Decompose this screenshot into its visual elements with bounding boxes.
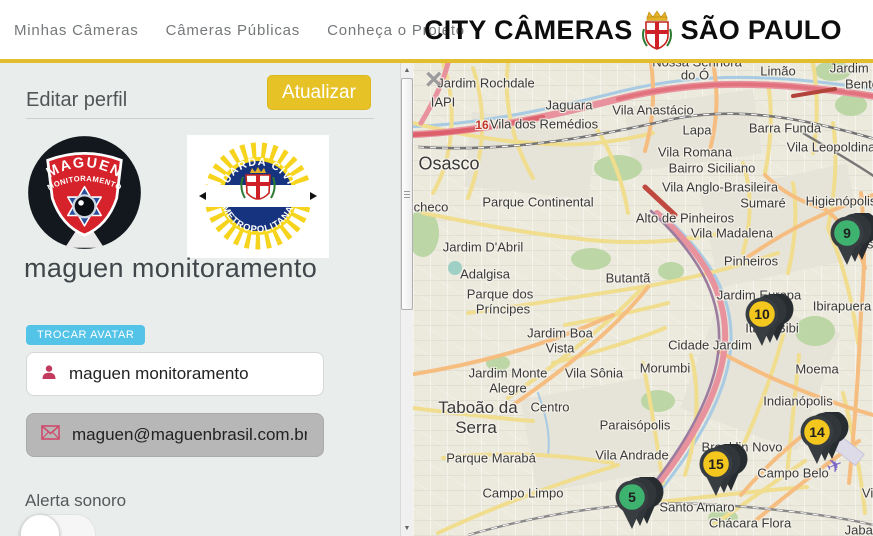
change-avatar-button[interactable]: TROCAR AVATAR xyxy=(26,325,146,345)
svg-text:14: 14 xyxy=(809,424,825,440)
brand-text-right: SÃO PAULO xyxy=(680,14,842,45)
map-place-label: Bairro Siciliano xyxy=(668,160,756,176)
map-place-label: Santo Amaro xyxy=(659,499,735,515)
avatar-row: MAGUEN MONITORAMENTO UARDA CIVI METROPOL… xyxy=(27,135,329,258)
maguen-logo-avatar: MAGUEN MONITORAMENTO xyxy=(27,135,142,255)
top-nav: Minhas Câmeras Câmeras Públicas Conheça … xyxy=(14,0,465,60)
map-place-label: Higienópolis xyxy=(805,193,873,209)
sound-alert-label: Alerta sonoro xyxy=(25,491,127,510)
map-place-label: Moema xyxy=(795,361,839,377)
panel-scrollbar[interactable]: ▲ ▼ xyxy=(400,63,413,536)
map-place-label: Indianópolis xyxy=(763,393,833,409)
map-place-label: Osasco xyxy=(418,153,480,174)
map-place-label: Príncipes xyxy=(475,301,531,317)
map-place-label: Pinheiros xyxy=(723,253,779,269)
map-place-label: IAPI xyxy=(430,94,456,110)
svg-text:10: 10 xyxy=(754,306,770,322)
nav-cameras-publicas[interactable]: Câmeras Públicas xyxy=(166,22,301,39)
map-place-label: Parque Marabá xyxy=(446,450,536,466)
scrollbar-grip xyxy=(404,191,410,198)
header: Minhas Câmeras Câmeras Públicas Conheça … xyxy=(0,0,873,60)
map-place-label: Jardim Rochdale xyxy=(437,75,535,91)
svg-text:15: 15 xyxy=(708,456,724,472)
camera-cluster-marker[interactable]: 14 xyxy=(795,410,855,468)
map-place-label: Centro xyxy=(530,399,570,415)
mail-icon xyxy=(41,425,60,445)
svg-text:9: 9 xyxy=(843,225,851,241)
profile-display-name: maguen monitoramento xyxy=(24,253,318,283)
map-place-label: Alegre xyxy=(489,380,527,396)
map-place-label: Jardim Boa xyxy=(527,325,593,341)
map-place-label: checo xyxy=(413,199,449,215)
email-input[interactable] xyxy=(70,424,309,446)
scroll-up-arrow[interactable]: ▲ xyxy=(401,63,413,78)
name-input[interactable] xyxy=(67,363,309,385)
svg-text:5: 5 xyxy=(628,489,636,505)
email-field xyxy=(26,413,324,457)
nav-minhas-cameras[interactable]: Minhas Câmeras xyxy=(14,22,139,39)
map-place-label: Adalgisa xyxy=(460,266,510,282)
camera-cluster-marker[interactable]: 15 xyxy=(694,442,754,500)
map-place-label: do Ó xyxy=(680,67,710,83)
map-place-label: Paraisópolis xyxy=(599,417,671,433)
map-place-label: Ibirapuera xyxy=(812,298,872,314)
map-place-label: Vila Madalena xyxy=(690,225,774,241)
brand-text-left: CITY CÂMERAS xyxy=(424,14,633,45)
camera-cluster-marker[interactable]: 9 xyxy=(825,211,873,269)
camera-cluster-marker[interactable]: 5 xyxy=(610,475,670,533)
map-place-label: Vila Sônia xyxy=(564,365,624,381)
map-place-label: Jabaqu xyxy=(844,522,873,536)
map-place-label: Limão xyxy=(760,63,796,79)
panel-title: Editar perfil xyxy=(26,89,128,111)
map-close-button[interactable]: × xyxy=(419,65,447,95)
map-place-label: Parque dos xyxy=(466,286,534,302)
map-place-label: Jardim Sã xyxy=(829,63,873,76)
map-place-label: Vila Anglo-Brasileira xyxy=(661,179,779,195)
name-field xyxy=(26,352,324,396)
map-place-label: Bento xyxy=(845,76,873,92)
sound-alert-toggle[interactable] xyxy=(20,514,96,536)
gcm-badge-avatar: GUARDA CIVIL METROPOLITANA xyxy=(187,135,329,258)
map-place-label: Serra xyxy=(455,418,497,437)
map-place-label: Vila Leopoldina xyxy=(786,139,873,155)
map-place-label: Jardim Monte xyxy=(468,365,548,381)
camera-cluster-marker[interactable]: 10 xyxy=(740,292,800,350)
map-place-label: Alto de Pinheiros xyxy=(635,210,735,226)
map-place-label: Vila dos Remédios xyxy=(489,116,599,132)
map-place-label: Morumbi xyxy=(639,360,691,376)
map-place-label: Vila Anastácio xyxy=(612,102,694,118)
panel-title-divider xyxy=(26,118,374,119)
map-place-label: Parque Continental xyxy=(482,194,594,210)
brand-logo[interactable]: CITY CÂMERAS SÃO PAULO xyxy=(424,9,842,51)
map-place-label: Jaguara xyxy=(545,97,593,113)
map-place-label: Campo Limpo xyxy=(482,485,564,501)
app-root: Minhas Câmeras Câmeras Públicas Conheça … xyxy=(0,0,873,536)
sao-paulo-crest-icon xyxy=(640,9,674,51)
map-place-label: Vila Romana xyxy=(657,144,733,160)
toggle-knob xyxy=(20,514,60,536)
map-place-label: Vila Andrade xyxy=(595,447,669,463)
map-place-label: Lapa xyxy=(682,122,712,138)
edit-profile-panel: Atualizar Editar perfil MAGUEN MONITORAM… xyxy=(0,63,401,536)
road-shield-label: 16 xyxy=(475,118,489,132)
user-icon xyxy=(41,364,57,385)
map-place-label: Vil xyxy=(861,485,873,501)
map-place-label: Taboão da xyxy=(438,398,518,417)
map-place-label: Butantã xyxy=(605,270,651,286)
map-place-label: Barra Funda xyxy=(748,120,822,136)
map-place-label: Jardim D'Abril xyxy=(442,239,524,255)
map-place-label: Vista xyxy=(545,340,575,356)
map-place-label: Sumaré xyxy=(740,195,786,211)
scroll-down-arrow[interactable]: ▼ xyxy=(401,521,413,536)
map-canvas[interactable]: Jardim Rochdale IAPI Jaguara Vila dos Reméd… xyxy=(413,63,873,536)
map-place-label: Chácara Flora xyxy=(708,515,792,531)
update-button[interactable]: Atualizar xyxy=(267,75,371,110)
scrollbar-thumb[interactable] xyxy=(401,78,413,310)
